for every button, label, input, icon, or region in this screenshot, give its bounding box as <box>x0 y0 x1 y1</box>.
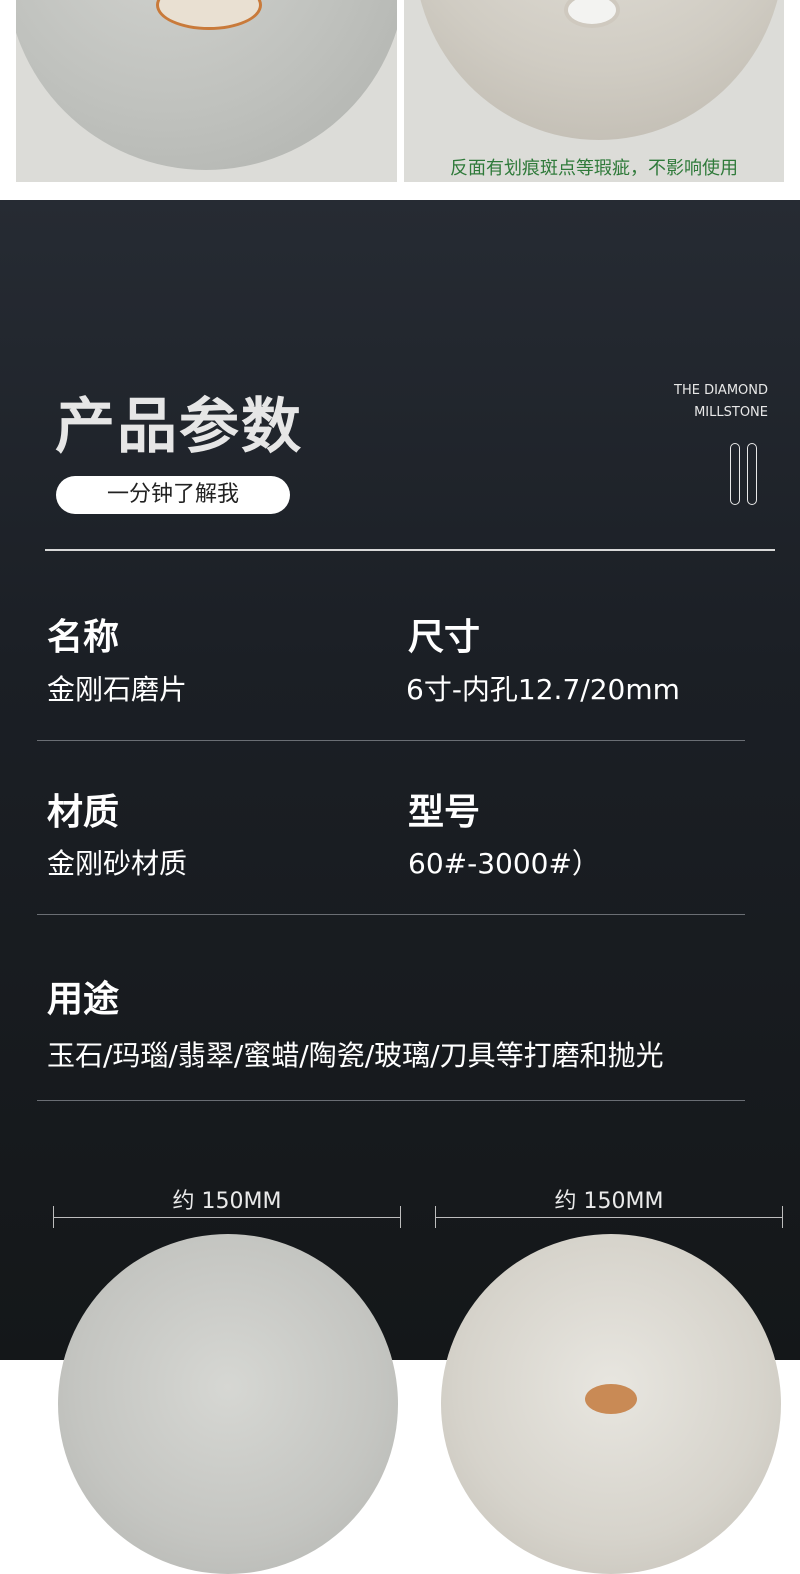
bar-decoration-right <box>747 443 757 505</box>
row-divider-1 <box>37 740 745 741</box>
english-caption: THE DIAMOND MILLSTONE <box>674 380 768 424</box>
top-photo-strip: 反面有划痕斑点等瑕疵，不影响使用 <box>0 0 800 200</box>
param-label-model: 型号 <box>408 792 481 833</box>
dimension-tick <box>435 1206 436 1228</box>
row-divider-3 <box>37 1100 745 1101</box>
dimension-label-right: 约 150MM <box>554 1189 664 1214</box>
dimension-label-left: 约 150MM <box>172 1189 282 1214</box>
product-photo-back: 反面有划痕斑点等瑕疵，不影响使用 <box>404 0 784 182</box>
english-caption-line2: MILLSTONE <box>694 405 768 420</box>
param-value-size: 6寸-内孔12.7/20mm <box>406 673 680 706</box>
param-value-usage: 玉石/玛瑙/翡翠/蜜蜡/陶瓷/玻璃/刀具等打磨和抛光 <box>47 1039 664 1072</box>
param-label-size: 尺寸 <box>408 617 481 658</box>
double-bar-decoration <box>730 443 758 505</box>
bar-decoration-left <box>730 443 740 505</box>
dimension-tick <box>53 1206 54 1228</box>
dimension-tick <box>782 1206 783 1228</box>
english-caption-line1: THE DIAMOND <box>674 383 768 398</box>
dimension-line-right <box>435 1217 783 1218</box>
disc-center-label <box>585 1384 637 1414</box>
param-value-model: 60#-3000#） <box>408 847 600 880</box>
title-divider <box>45 549 775 551</box>
product-photo-front <box>16 0 397 182</box>
param-label-name: 名称 <box>47 617 120 658</box>
product-params-section: 产品参数 一分钟了解我 THE DIAMOND MILLSTONE 名称 金刚石… <box>0 200 800 1574</box>
row-divider-2 <box>37 914 745 915</box>
dimension-tick <box>400 1206 401 1228</box>
dimension-line-left <box>53 1217 401 1218</box>
param-value-name: 金刚石磨片 <box>47 673 188 706</box>
millstone-disc-sample-left <box>58 1234 398 1574</box>
param-label-material: 材质 <box>47 792 120 833</box>
param-label-usage: 用途 <box>47 979 120 1020</box>
param-value-material: 金刚砂材质 <box>47 847 188 880</box>
millstone-disc-sample-right <box>441 1234 781 1574</box>
learn-more-button[interactable]: 一分钟了解我 <box>56 476 290 514</box>
defect-note: 反面有划痕斑点等瑕疵，不影响使用 <box>450 158 738 179</box>
section-title: 产品参数 <box>55 392 303 462</box>
